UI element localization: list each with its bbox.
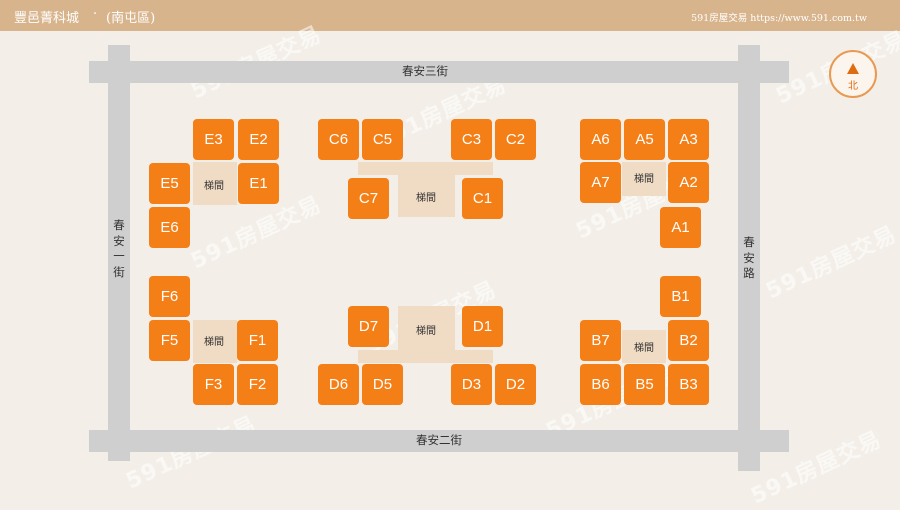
- stair-label-f: 梯間: [204, 337, 224, 348]
- unit-c7[interactable]: C7: [348, 178, 389, 219]
- stair-label-a: 梯間: [634, 174, 654, 185]
- unit-d5[interactable]: D5: [362, 364, 403, 405]
- stair-label-c: 梯間: [416, 193, 436, 204]
- community-title: 豐邑菁科城: [14, 11, 80, 26]
- road-label-left: 春安一街: [113, 218, 125, 279]
- unit-e3[interactable]: E3: [193, 119, 234, 160]
- compass: 北: [829, 50, 877, 98]
- unit-f3[interactable]: F3: [193, 364, 234, 405]
- unit-a1[interactable]: A1: [660, 207, 701, 248]
- unit-b6[interactable]: B6: [580, 364, 621, 405]
- watermark: 591房屋交易: [762, 222, 900, 305]
- district-label: (南屯區): [106, 11, 156, 26]
- unit-b7[interactable]: B7: [580, 320, 621, 361]
- road-label-right: 春安路: [743, 235, 755, 281]
- unit-a3[interactable]: A3: [668, 119, 709, 160]
- unit-b5[interactable]: B5: [624, 364, 665, 405]
- unit-f2[interactable]: F2: [237, 364, 278, 405]
- unit-d7[interactable]: D7: [348, 306, 389, 347]
- unit-d1[interactable]: D1: [462, 306, 503, 347]
- unit-f1[interactable]: F1: [237, 320, 278, 361]
- unit-d6[interactable]: D6: [318, 364, 359, 405]
- unit-c6[interactable]: C6: [318, 119, 359, 160]
- unit-e2[interactable]: E2: [238, 119, 279, 160]
- unit-e5[interactable]: E5: [149, 163, 190, 204]
- unit-c5[interactable]: C5: [362, 119, 403, 160]
- stair-label-d: 梯間: [416, 326, 436, 337]
- unit-d3[interactable]: D3: [451, 364, 492, 405]
- north-arrow-icon: [847, 63, 859, 74]
- brand-link[interactable]: 591房屋交易 https://www.591.com.tw: [691, 10, 867, 24]
- unit-e1[interactable]: E1: [238, 163, 279, 204]
- unit-f5[interactable]: F5: [149, 320, 190, 361]
- unit-b2[interactable]: B2: [668, 320, 709, 361]
- unit-c2[interactable]: C2: [495, 119, 536, 160]
- compass-label: 北: [848, 81, 858, 92]
- unit-a6[interactable]: A6: [580, 119, 621, 160]
- unit-a5[interactable]: A5: [624, 119, 665, 160]
- unit-b1[interactable]: B1: [660, 276, 701, 317]
- stair-label-b: 梯間: [634, 343, 654, 354]
- unit-b3[interactable]: B3: [668, 364, 709, 405]
- unit-a2[interactable]: A2: [668, 162, 709, 203]
- title-separator: ·: [93, 7, 98, 22]
- unit-c3[interactable]: C3: [451, 119, 492, 160]
- unit-a7[interactable]: A7: [580, 162, 621, 203]
- unit-c1[interactable]: C1: [462, 178, 503, 219]
- road-label-top: 春安三街: [402, 64, 448, 78]
- unit-f6[interactable]: F6: [149, 276, 190, 317]
- header-bar: 豐邑菁科城 · (南屯區) 591房屋交易 https://www.591.co…: [0, 0, 900, 31]
- unit-e6[interactable]: E6: [149, 207, 190, 248]
- road-label-bottom: 春安二街: [416, 433, 462, 447]
- stair-label-e: 梯間: [204, 181, 224, 192]
- unit-d2[interactable]: D2: [495, 364, 536, 405]
